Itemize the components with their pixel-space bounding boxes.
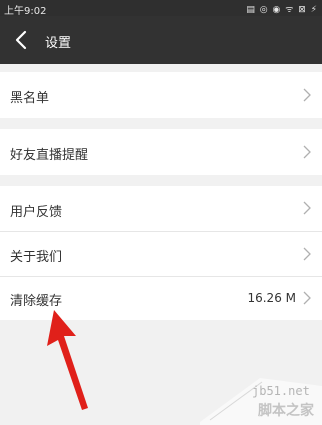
status-icons: ▤ ◎ ◉ ᯤ ⊠ ⚡ — [246, 5, 318, 15]
chevron-right-icon — [303, 291, 311, 305]
back-arrow-icon[interactable] — [10, 28, 34, 52]
watermark-url: jb51.net — [252, 384, 310, 398]
app-bar: 设置 — [0, 16, 322, 64]
watermark-text: 脚本之家 — [258, 403, 314, 419]
status-bar: 上午9:02 ▤ ◎ ◉ ᯤ ⊠ ⚡ — [0, 0, 322, 17]
blacklist-label: 黑名单 — [10, 91, 50, 106]
feedback-label: 用户反馈 — [10, 205, 63, 220]
settings-row-friend-live-reminder[interactable]: 好友直播提醒 — [0, 129, 322, 175]
friend-live-reminder-label: 好友直播提醒 — [10, 148, 89, 163]
settings-row-feedback[interactable]: 用户反馈 — [0, 186, 322, 231]
cache-size-value: 16.26 M — [247, 291, 296, 305]
page-title: 设置 — [45, 36, 72, 51]
chevron-right-icon — [303, 201, 311, 215]
red-annotation-arrow-icon — [47, 310, 88, 410]
status-time: 上午9:02 — [4, 6, 47, 17]
chevron-right-icon — [303, 88, 311, 102]
chevron-right-icon — [303, 145, 311, 159]
settings-row-about-us[interactable]: 关于我们 — [0, 232, 322, 276]
settings-row-blacklist[interactable]: 黑名单 — [0, 72, 322, 118]
chevron-right-icon — [303, 247, 311, 261]
about-us-label: 关于我们 — [10, 250, 63, 265]
